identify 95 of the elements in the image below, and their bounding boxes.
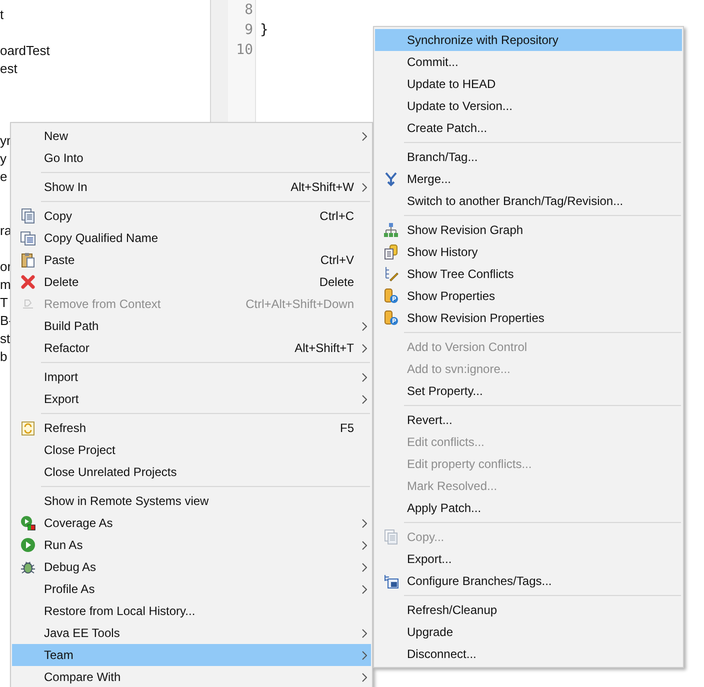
coverage-icon — [20, 515, 36, 531]
configure-branches-icon — [383, 573, 399, 589]
menu-item[interactable]: Update to HEAD — [375, 73, 682, 95]
menu-item[interactable]: Show in Remote Systems view — [12, 490, 371, 512]
menu-item[interactable]: New — [12, 125, 371, 147]
menu-item[interactable]: Switch to another Branch/Tag/Revision... — [375, 190, 682, 212]
revision-graph-icon — [383, 222, 399, 238]
line-number: 9 — [244, 22, 253, 38]
shortcut: Alt+Shift+T — [294, 340, 354, 357]
chevron-right-icon — [362, 562, 366, 572]
properties-icon — [383, 310, 399, 326]
menu-item[interactable]: Set Property... — [375, 380, 682, 402]
tree-item[interactable]: est — [0, 60, 18, 78]
menu-item[interactable]: Restore from Local History... — [12, 600, 371, 622]
shortcut: Ctrl+V — [320, 252, 354, 269]
menu-item[interactable]: Paste Ctrl+V — [12, 249, 371, 271]
menu-item[interactable]: Configure Branches/Tags... — [375, 570, 682, 592]
menu-item[interactable]: Import — [12, 366, 371, 388]
chevron-right-icon — [362, 518, 366, 528]
properties-icon — [383, 288, 399, 304]
menu-item[interactable]: Go Into — [12, 147, 371, 169]
menu-item[interactable]: Java EE Tools — [12, 622, 371, 644]
run-icon — [20, 537, 36, 553]
tree-item[interactable]: y — [0, 150, 6, 168]
menu-item[interactable]: Upgrade — [375, 621, 682, 643]
menu-item[interactable]: Branch/Tag... — [375, 146, 682, 168]
line-number: 8 — [244, 2, 253, 18]
tree-item[interactable]: m — [0, 276, 11, 294]
history-icon — [383, 244, 399, 260]
menu-item[interactable]: Show In Alt+Shift+W — [12, 176, 371, 198]
chevron-right-icon — [362, 672, 366, 682]
tree-conflicts-icon — [383, 266, 399, 282]
tree-item[interactable]: oardTest — [0, 42, 50, 60]
menu-item[interactable]: Update to Version... — [375, 95, 682, 117]
menu-item[interactable]: Coverage As — [12, 512, 371, 534]
menu-item[interactable]: Disconnect... — [375, 643, 682, 665]
copy-icon — [20, 208, 36, 224]
chevron-right-icon — [362, 394, 366, 404]
tree-item[interactable]: b — [0, 348, 8, 366]
menu-item[interactable]: Create Patch... — [375, 117, 682, 139]
tree-item[interactable]: or — [0, 258, 12, 276]
menu-item[interactable]: Profile As — [12, 578, 371, 600]
menu-item[interactable]: Show Properties — [375, 285, 682, 307]
chevron-right-icon — [362, 344, 366, 352]
menu-item[interactable]: Run As — [12, 534, 371, 556]
menu-item[interactable]: Synchronize with Repository — [375, 29, 682, 51]
tree-item[interactable]: t — [0, 6, 4, 24]
refresh-icon — [20, 420, 36, 436]
chevron-right-icon — [362, 132, 366, 140]
menu-item[interactable]: Apply Patch... — [375, 497, 682, 519]
clipboard-icon — [20, 252, 36, 268]
tree-item[interactable]: yr — [0, 132, 11, 150]
bug-icon — [20, 559, 36, 575]
shortcut: Ctrl+Alt+Shift+Down — [246, 296, 354, 313]
menu-item[interactable]: Refresh/Cleanup — [375, 599, 682, 621]
menu-item[interactable]: Copy Qualified Name — [12, 227, 371, 249]
tree-item[interactable]: T — [0, 294, 8, 312]
menu-item[interactable]: Delete Delete — [12, 271, 371, 293]
menu-item[interactable]: Show Tree Conflicts — [375, 263, 682, 285]
delete-icon — [20, 274, 36, 290]
shortcut: Ctrl+C — [320, 208, 354, 225]
menu-item[interactable]: Close Unrelated Projects — [12, 461, 371, 483]
chevron-right-icon — [362, 322, 366, 330]
chevron-right-icon — [362, 650, 366, 660]
menu-item[interactable]: Compare With — [12, 666, 371, 687]
line-number: 10 — [236, 42, 253, 58]
menu-item[interactable]: Build Path — [12, 315, 371, 337]
copy-icon — [383, 529, 399, 545]
chevron-right-icon — [362, 372, 366, 382]
shortcut: Delete — [319, 274, 354, 291]
menu-item[interactable]: Show Revision Properties — [375, 307, 682, 329]
menu-item[interactable]: Revert... — [375, 409, 682, 431]
menu-item[interactable]: Team — [12, 644, 371, 666]
menu-item[interactable]: Show History — [375, 241, 682, 263]
menu-item[interactable]: Export... — [375, 548, 682, 570]
chevron-right-icon — [362, 540, 366, 550]
copy-icon — [20, 230, 36, 246]
merge-icon — [383, 171, 399, 187]
shortcut: Alt+Shift+W — [290, 179, 354, 196]
menu-item[interactable]: Refresh F5 — [12, 417, 371, 439]
menu-item[interactable]: Commit... — [375, 51, 682, 73]
chevron-right-icon — [362, 628, 366, 638]
shortcut: F5 — [340, 420, 354, 437]
chevron-right-icon — [362, 182, 366, 192]
code-line: } — [260, 22, 268, 38]
menu-item[interactable]: Close Project — [12, 439, 371, 461]
chevron-right-icon — [362, 584, 366, 594]
menu-item[interactable]: Merge... — [375, 168, 682, 190]
tree-item[interactable]: e — [0, 168, 8, 186]
menu-item[interactable]: Debug As — [12, 556, 371, 578]
menu-item[interactable]: Export — [12, 388, 371, 410]
menu-item[interactable]: Show Revision Graph — [375, 219, 682, 241]
tree-item[interactable]: st — [0, 330, 10, 348]
menu-item[interactable]: Refactor Alt+Shift+T — [12, 337, 371, 359]
menu-item[interactable]: Copy Ctrl+C — [12, 205, 371, 227]
